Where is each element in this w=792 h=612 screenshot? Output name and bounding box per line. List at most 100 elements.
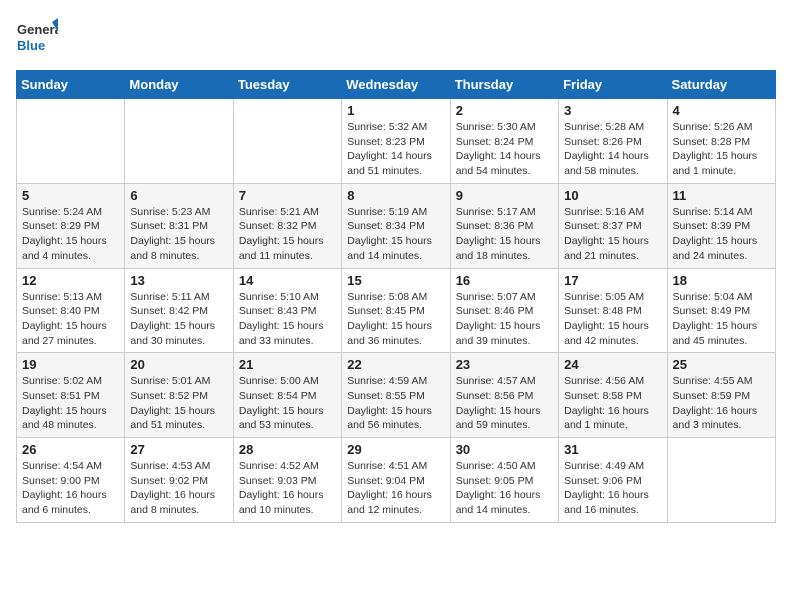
day-number: 11 [673, 188, 770, 203]
calendar-cell [233, 99, 341, 184]
day-info: Sunrise: 5:01 AM Sunset: 8:52 PM Dayligh… [130, 374, 227, 433]
day-number: 13 [130, 273, 227, 288]
weekday-header: Friday [559, 71, 667, 99]
day-number: 2 [456, 103, 553, 118]
day-number: 27 [130, 442, 227, 457]
day-number: 18 [673, 273, 770, 288]
calendar-cell: 12 Sunrise: 5:13 AM Sunset: 8:40 PM Dayli… [17, 268, 125, 353]
day-number: 31 [564, 442, 661, 457]
calendar-cell: 5 Sunrise: 5:24 AM Sunset: 8:29 PM Daylig… [17, 183, 125, 268]
weekday-header: Wednesday [342, 71, 450, 99]
day-number: 22 [347, 357, 444, 372]
day-info: Sunrise: 5:23 AM Sunset: 8:31 PM Dayligh… [130, 205, 227, 264]
calendar-cell: 28 Sunrise: 4:52 AM Sunset: 9:03 PM Dayli… [233, 438, 341, 523]
calendar-cell: 26 Sunrise: 4:54 AM Sunset: 9:00 PM Dayli… [17, 438, 125, 523]
calendar-cell [125, 99, 233, 184]
calendar-cell [17, 99, 125, 184]
svg-text:Blue: Blue [17, 38, 45, 53]
day-info: Sunrise: 5:28 AM Sunset: 8:26 PM Dayligh… [564, 120, 661, 179]
day-info: Sunrise: 4:56 AM Sunset: 8:58 PM Dayligh… [564, 374, 661, 433]
calendar-table: SundayMondayTuesdayWednesdayThursdayFrid… [16, 70, 776, 523]
day-number: 7 [239, 188, 336, 203]
calendar-cell: 25 Sunrise: 4:55 AM Sunset: 8:59 PM Dayli… [667, 353, 775, 438]
day-number: 5 [22, 188, 119, 203]
day-info: Sunrise: 4:55 AM Sunset: 8:59 PM Dayligh… [673, 374, 770, 433]
day-info: Sunrise: 4:53 AM Sunset: 9:02 PM Dayligh… [130, 459, 227, 518]
day-number: 30 [456, 442, 553, 457]
day-info: Sunrise: 5:24 AM Sunset: 8:29 PM Dayligh… [22, 205, 119, 264]
day-info: Sunrise: 4:51 AM Sunset: 9:04 PM Dayligh… [347, 459, 444, 518]
calendar-cell: 30 Sunrise: 4:50 AM Sunset: 9:05 PM Dayli… [450, 438, 558, 523]
svg-text:General: General [17, 22, 58, 37]
calendar-cell: 29 Sunrise: 4:51 AM Sunset: 9:04 PM Dayli… [342, 438, 450, 523]
day-info: Sunrise: 5:14 AM Sunset: 8:39 PM Dayligh… [673, 205, 770, 264]
day-info: Sunrise: 5:11 AM Sunset: 8:42 PM Dayligh… [130, 290, 227, 349]
day-number: 1 [347, 103, 444, 118]
weekday-header: Thursday [450, 71, 558, 99]
calendar-cell [667, 438, 775, 523]
weekday-header: Tuesday [233, 71, 341, 99]
logo: General Blue [16, 16, 58, 58]
day-number: 17 [564, 273, 661, 288]
calendar-cell: 11 Sunrise: 5:14 AM Sunset: 8:39 PM Dayli… [667, 183, 775, 268]
day-info: Sunrise: 5:17 AM Sunset: 8:36 PM Dayligh… [456, 205, 553, 264]
day-number: 19 [22, 357, 119, 372]
day-info: Sunrise: 4:57 AM Sunset: 8:56 PM Dayligh… [456, 374, 553, 433]
day-number: 29 [347, 442, 444, 457]
day-number: 25 [673, 357, 770, 372]
weekday-header: Sunday [17, 71, 125, 99]
day-number: 6 [130, 188, 227, 203]
day-info: Sunrise: 5:32 AM Sunset: 8:23 PM Dayligh… [347, 120, 444, 179]
calendar-cell: 20 Sunrise: 5:01 AM Sunset: 8:52 PM Dayli… [125, 353, 233, 438]
day-info: Sunrise: 5:08 AM Sunset: 8:45 PM Dayligh… [347, 290, 444, 349]
calendar-cell: 15 Sunrise: 5:08 AM Sunset: 8:45 PM Dayli… [342, 268, 450, 353]
day-number: 3 [564, 103, 661, 118]
day-info: Sunrise: 5:21 AM Sunset: 8:32 PM Dayligh… [239, 205, 336, 264]
calendar-cell: 2 Sunrise: 5:30 AM Sunset: 8:24 PM Daylig… [450, 99, 558, 184]
calendar-cell: 17 Sunrise: 5:05 AM Sunset: 8:48 PM Dayli… [559, 268, 667, 353]
day-info: Sunrise: 4:54 AM Sunset: 9:00 PM Dayligh… [22, 459, 119, 518]
day-info: Sunrise: 5:05 AM Sunset: 8:48 PM Dayligh… [564, 290, 661, 349]
day-number: 24 [564, 357, 661, 372]
calendar-cell: 22Sunrise: 4:59 AM Sunset: 8:55 PM Dayli… [342, 353, 450, 438]
day-info: Sunrise: 5:30 AM Sunset: 8:24 PM Dayligh… [456, 120, 553, 179]
day-number: 9 [456, 188, 553, 203]
calendar-cell: 4Sunrise: 5:26 AM Sunset: 8:28 PM Daylig… [667, 99, 775, 184]
weekday-header: Monday [125, 71, 233, 99]
page-header: General Blue [16, 16, 776, 58]
day-number: 15 [347, 273, 444, 288]
calendar-cell: 27 Sunrise: 4:53 AM Sunset: 9:02 PM Dayli… [125, 438, 233, 523]
day-info: Sunrise: 4:50 AM Sunset: 9:05 PM Dayligh… [456, 459, 553, 518]
day-info: Sunrise: 5:04 AM Sunset: 8:49 PM Dayligh… [673, 290, 770, 349]
day-number: 23 [456, 357, 553, 372]
day-number: 16 [456, 273, 553, 288]
day-info: Sunrise: 5:10 AM Sunset: 8:43 PM Dayligh… [239, 290, 336, 349]
calendar-cell: 13 Sunrise: 5:11 AM Sunset: 8:42 PM Dayli… [125, 268, 233, 353]
calendar-cell: 3 Sunrise: 5:28 AM Sunset: 8:26 PM Daylig… [559, 99, 667, 184]
day-number: 14 [239, 273, 336, 288]
day-info: Sunrise: 5:07 AM Sunset: 8:46 PM Dayligh… [456, 290, 553, 349]
day-info: Sunrise: 5:16 AM Sunset: 8:37 PM Dayligh… [564, 205, 661, 264]
day-number: 28 [239, 442, 336, 457]
calendar-cell: 24 Sunrise: 4:56 AM Sunset: 8:58 PM Dayli… [559, 353, 667, 438]
calendar-cell: 31Sunrise: 4:49 AM Sunset: 9:06 PM Dayli… [559, 438, 667, 523]
calendar-cell: 23 Sunrise: 4:57 AM Sunset: 8:56 PM Dayli… [450, 353, 558, 438]
calendar-cell: 8 Sunrise: 5:19 AM Sunset: 8:34 PM Daylig… [342, 183, 450, 268]
calendar-cell: 21Sunrise: 5:00 AM Sunset: 8:54 PM Dayli… [233, 353, 341, 438]
day-info: Sunrise: 5:13 AM Sunset: 8:40 PM Dayligh… [22, 290, 119, 349]
day-number: 26 [22, 442, 119, 457]
day-number: 20 [130, 357, 227, 372]
day-info: Sunrise: 5:00 AM Sunset: 8:54 PM Dayligh… [239, 374, 336, 433]
day-info: Sunrise: 5:02 AM Sunset: 8:51 PM Dayligh… [22, 374, 119, 433]
calendar-cell: 16 Sunrise: 5:07 AM Sunset: 8:46 PM Dayli… [450, 268, 558, 353]
day-number: 8 [347, 188, 444, 203]
day-info: Sunrise: 4:52 AM Sunset: 9:03 PM Dayligh… [239, 459, 336, 518]
calendar-cell: 7 Sunrise: 5:21 AM Sunset: 8:32 PM Daylig… [233, 183, 341, 268]
weekday-header: Saturday [667, 71, 775, 99]
day-number: 12 [22, 273, 119, 288]
calendar-cell: 10 Sunrise: 5:16 AM Sunset: 8:37 PM Dayli… [559, 183, 667, 268]
logo-svg: General Blue [16, 16, 58, 58]
calendar-cell: 14 Sunrise: 5:10 AM Sunset: 8:43 PM Dayli… [233, 268, 341, 353]
day-info: Sunrise: 5:19 AM Sunset: 8:34 PM Dayligh… [347, 205, 444, 264]
day-number: 10 [564, 188, 661, 203]
